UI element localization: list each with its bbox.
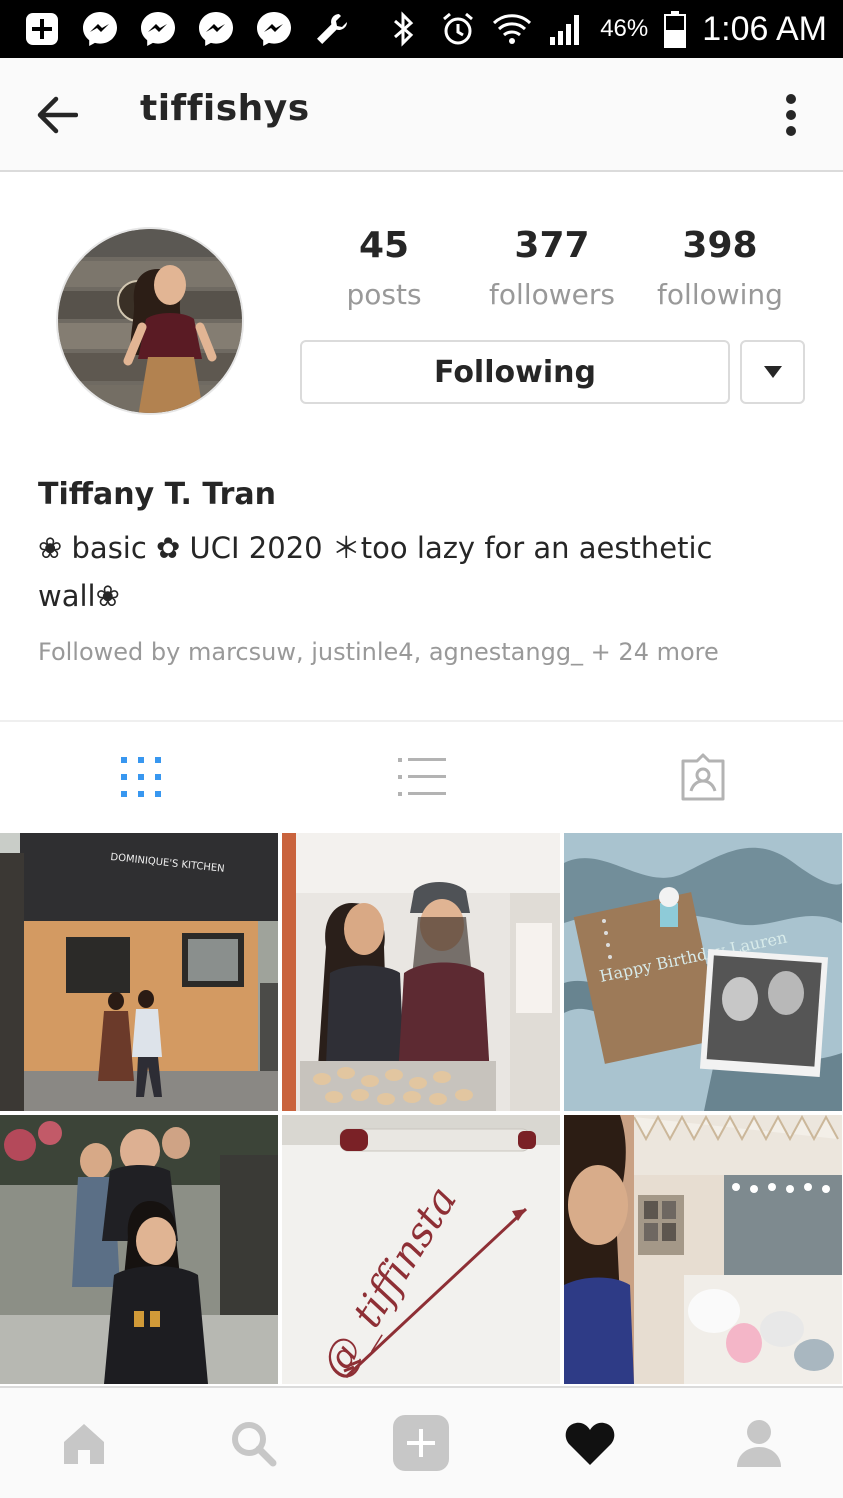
following-button[interactable]: Following xyxy=(300,340,730,404)
tab-list-view[interactable] xyxy=(281,722,562,832)
profile-view-tabs xyxy=(0,720,843,832)
photo-tile[interactable]: @_tiffinsta xyxy=(282,1115,560,1384)
clock: 1:06 AM xyxy=(702,9,827,48)
more-vertical-icon xyxy=(786,94,796,136)
tagged-person-icon xyxy=(681,753,724,801)
following-stat[interactable]: 398 following xyxy=(636,222,804,320)
bio-line: wall❀ xyxy=(38,579,120,613)
followed-by-text[interactable]: Followed by marcsuw, justinle4, agnestan… xyxy=(38,638,719,666)
messenger-icon xyxy=(138,9,178,49)
profile-bio: ❀ basic ✿ UCI 2020 ＊too lazy for an aest… xyxy=(38,524,798,620)
more-options-button[interactable] xyxy=(771,88,811,142)
wifi-icon xyxy=(492,9,532,49)
profile-stats: 45 posts 377 followers 398 following xyxy=(300,222,805,320)
list-icon xyxy=(397,758,446,796)
arrow-left-icon xyxy=(37,96,78,134)
following-label: following xyxy=(657,278,783,311)
top-app-bar: tiffishys xyxy=(0,58,843,172)
posts-count: 45 xyxy=(358,225,410,266)
followers-stat[interactable]: 377 followers xyxy=(468,222,636,320)
tab-tagged-view[interactable] xyxy=(562,722,843,832)
bluetooth-icon xyxy=(384,9,424,49)
bio-line: ❀ basic ✿ UCI 2020 ＊too lazy for an aest… xyxy=(38,531,713,565)
tab-grid-view[interactable] xyxy=(0,722,281,832)
photo-grid: DOMINIQUE'S KITCHEN Happy Birthday Laure… xyxy=(0,833,843,1385)
plus-box-icon xyxy=(22,9,62,49)
messenger-icon xyxy=(80,9,120,49)
avatar[interactable] xyxy=(56,227,244,415)
photo-tile[interactable] xyxy=(0,1115,278,1384)
profile-full-name: Tiffany T. Tran xyxy=(38,477,276,512)
photo-tile[interactable]: DOMINIQUE'S KITCHEN xyxy=(0,833,278,1111)
caret-down-icon xyxy=(763,366,782,378)
status-bar: 46% 1:06 AM xyxy=(0,0,843,58)
bottom-navigation xyxy=(0,1386,843,1498)
wrench-icon xyxy=(312,9,352,49)
following-count: 398 xyxy=(682,225,758,266)
photo-tile[interactable] xyxy=(564,1115,842,1384)
nav-activity[interactable] xyxy=(506,1388,675,1498)
home-icon xyxy=(64,1424,105,1464)
profile-header: 45 posts 377 followers 398 following Fol… xyxy=(0,172,843,720)
photo-tile[interactable]: Happy Birthday Lauren xyxy=(564,833,842,1111)
suggestions-dropdown-button[interactable] xyxy=(740,340,805,404)
signal-icon xyxy=(546,9,586,49)
nav-profile[interactable] xyxy=(674,1388,843,1498)
followers-label: followers xyxy=(489,278,615,311)
battery-percent: 46% xyxy=(600,15,649,42)
profile-username: tiffishys xyxy=(140,88,310,129)
followers-count: 377 xyxy=(514,225,590,266)
grid-icon xyxy=(120,757,161,797)
nav-new-post[interactable] xyxy=(337,1388,506,1498)
messenger-icon xyxy=(196,9,236,49)
posts-label: posts xyxy=(346,278,422,311)
posts-stat[interactable]: 45 posts xyxy=(300,222,468,320)
person-icon xyxy=(736,1420,781,1467)
nav-search[interactable] xyxy=(169,1388,338,1498)
battery-icon xyxy=(662,9,688,49)
nav-home[interactable] xyxy=(0,1388,169,1498)
heart-icon xyxy=(565,1422,615,1465)
messenger-icon xyxy=(254,9,294,49)
search-icon xyxy=(231,1422,277,1467)
plus-square-icon xyxy=(393,1415,450,1471)
alarm-icon xyxy=(438,9,478,49)
photo-tile[interactable] xyxy=(282,833,560,1111)
back-button[interactable] xyxy=(30,88,84,142)
